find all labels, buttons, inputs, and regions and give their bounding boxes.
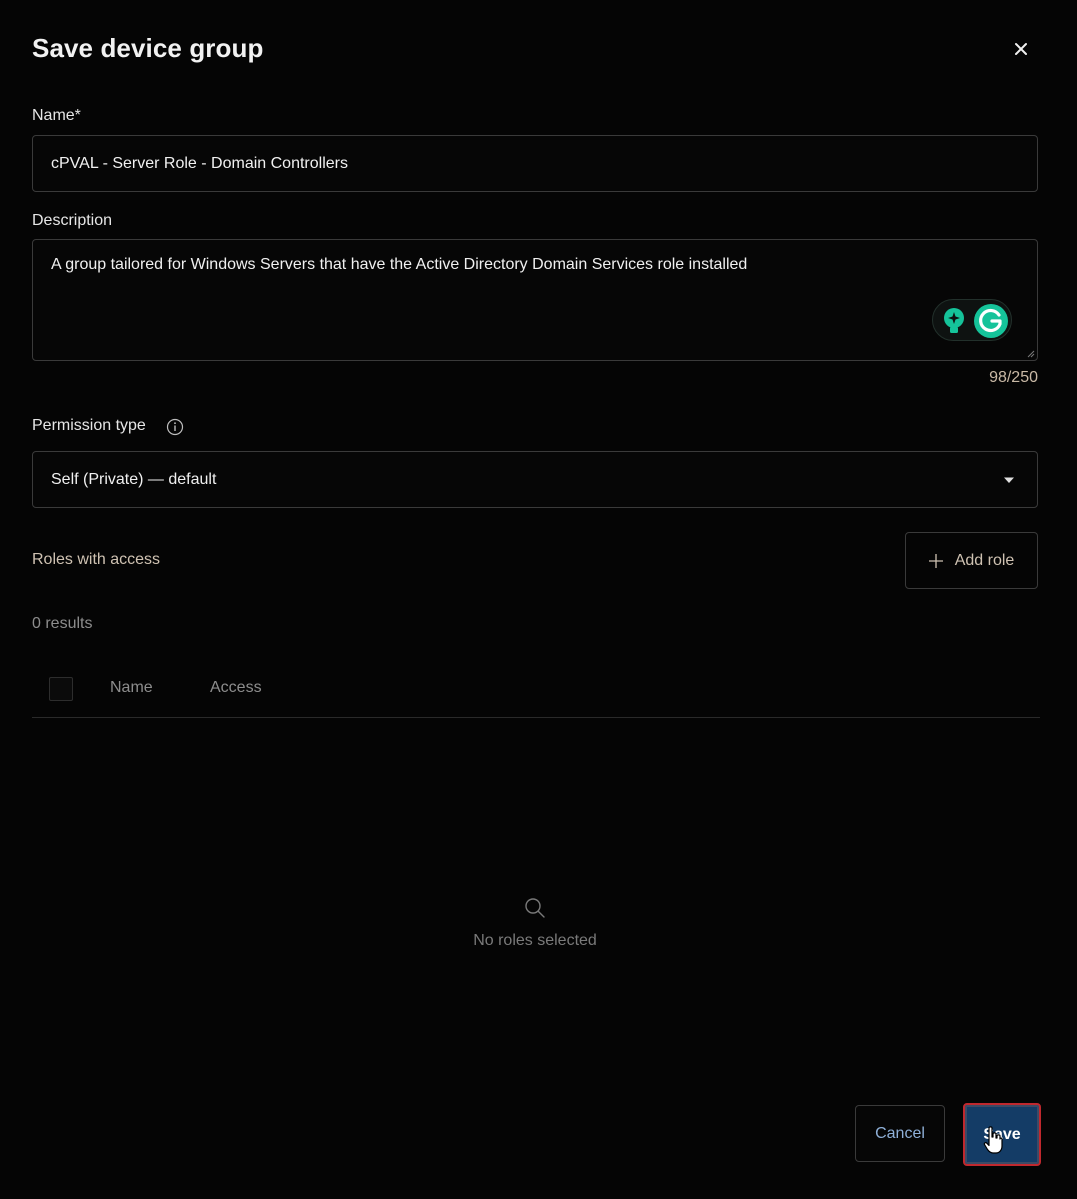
permission-type-label: Permission type (32, 417, 146, 434)
add-role-label: Add role (954, 551, 1015, 569)
plus-icon (928, 553, 943, 568)
close-button[interactable] (1006, 34, 1036, 64)
resize-grip-icon[interactable] (1027, 350, 1035, 358)
description-value: A group tailored for Windows Servers tha… (51, 256, 748, 273)
roles-with-access-label: Roles with access (32, 551, 161, 568)
select-all-checkbox[interactable] (49, 677, 73, 701)
column-header-access[interactable]: Access (210, 679, 262, 697)
name-input-value: cPVAL - Server Role - Domain Controllers (51, 154, 348, 172)
name-input[interactable]: cPVAL - Server Role - Domain Controllers (32, 135, 1038, 192)
grammarly-icon (944, 304, 1008, 338)
character-counter: 98/250 (989, 369, 1038, 386)
permission-type-value: Self (Private) — default (51, 470, 217, 488)
roles-table-header: Name Access (32, 660, 1040, 718)
empty-state-message: No roles selected (473, 932, 597, 949)
description-label: Description (32, 212, 113, 229)
grammarly-widget[interactable] (932, 299, 1012, 341)
cancel-button[interactable]: Cancel (855, 1105, 945, 1162)
column-header-name[interactable]: Name (110, 679, 153, 697)
caret-down-icon (1004, 477, 1014, 483)
permission-type-select[interactable]: Self (Private) — default (32, 451, 1038, 508)
cancel-button-label: Cancel (875, 1124, 925, 1142)
info-icon[interactable] (166, 418, 184, 436)
results-count: 0 results (32, 615, 93, 632)
dialog-title: Save device group (32, 33, 264, 63)
close-icon (1015, 43, 1027, 55)
save-button[interactable]: Save (963, 1103, 1041, 1166)
name-label: Name* (32, 107, 81, 124)
description-textarea[interactable]: A group tailored for Windows Servers tha… (32, 239, 1038, 361)
save-button-label: Save (983, 1125, 1021, 1143)
add-role-button[interactable]: Add role (905, 532, 1038, 589)
search-icon (525, 898, 545, 918)
save-device-group-dialog: Save device group Name* cPVAL - Server R… (0, 0, 1077, 1199)
